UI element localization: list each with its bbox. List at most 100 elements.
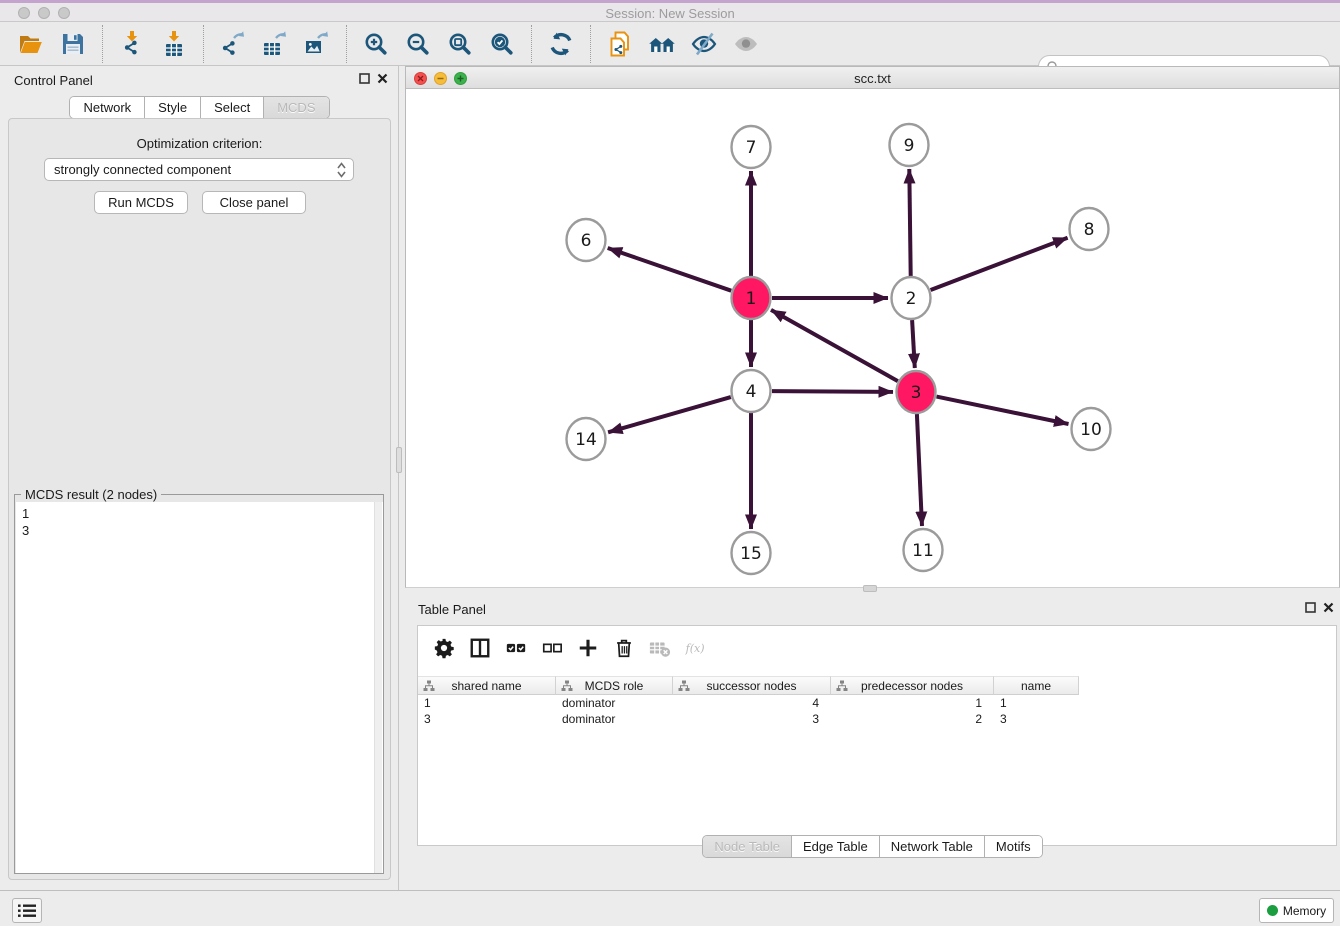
tab-style[interactable]: Style [144,97,200,118]
column-header-shared-name[interactable]: shared name [418,676,556,695]
optimization-criterion-label: Optimization criterion: [0,136,399,151]
criterion-dropdown[interactable]: strongly connected component [44,158,354,181]
graph-node-10[interactable]: 10 [1072,408,1111,450]
graph-node-4[interactable]: 4 [732,370,771,412]
criterion-value: strongly connected component [54,162,231,177]
graph-edge-2-3[interactable] [912,320,915,368]
graph-edge-3-11[interactable] [917,414,922,526]
save-session-icon[interactable] [55,26,91,62]
graph-node-6[interactable]: 6 [567,219,606,261]
table-cell[interactable]: 3 [994,711,1079,727]
graph-edge-2-9[interactable] [909,169,910,276]
graph-node-label: 14 [575,430,597,450]
graph-node-1[interactable]: 1 [732,277,771,319]
table-tabs: Node TableEdge TableNetwork TableMotifs [405,835,1340,858]
column-header-predecessor-nodes[interactable]: predecessor nodes [831,676,994,695]
add-row-icon[interactable] [572,632,604,664]
column-label: MCDS role [585,679,644,693]
graph-edge-2-8[interactable] [931,238,1068,290]
close-icon[interactable] [377,73,388,84]
table-cell[interactable]: 2 [831,711,994,727]
graph-node-label: 4 [746,382,757,402]
graph-node-2[interactable]: 2 [892,277,931,319]
graph-node-8[interactable]: 8 [1070,208,1109,250]
graph-node-9[interactable]: 9 [890,124,929,166]
table-cell[interactable]: 4 [673,695,831,711]
close-panel-button[interactable]: Close panel [202,191,306,214]
split-column-icon[interactable] [464,632,496,664]
tab-select[interactable]: Select [200,97,263,118]
float-icon[interactable] [1305,602,1316,613]
graph-node-11[interactable]: 11 [904,529,943,571]
close-icon[interactable] [1323,602,1334,613]
graph-node-label: 3 [911,383,922,403]
tab-motifs[interactable]: Motifs [984,836,1042,857]
zoom-selected-icon[interactable] [484,26,520,62]
graph-edge-1-6[interactable] [608,248,732,291]
tab-mcds[interactable]: MCDS [263,97,328,118]
memory-status-icon [1267,905,1278,916]
table-cell[interactable]: 1 [994,695,1079,711]
graph-edge-3-1[interactable] [771,310,898,381]
toolbar-separator [531,25,532,63]
zoom-fit-icon[interactable] [442,26,478,62]
show-all-icon [728,26,764,62]
delete-row-icon[interactable] [608,632,640,664]
mcds-result-area[interactable]: 1 3 [16,502,383,873]
table-body: 1dominator4113dominator323 [418,695,1079,727]
refresh-icon[interactable] [543,26,579,62]
table-cell[interactable]: 3 [418,711,556,727]
export-network-icon[interactable] [215,26,251,62]
tab-node-table[interactable]: Node Table [703,836,791,857]
float-icon[interactable] [359,73,370,84]
graph-node-15[interactable]: 15 [732,532,771,574]
table-cell[interactable]: 1 [418,695,556,711]
graph-edge-3-10[interactable] [937,397,1069,424]
network-titlebar: scc.txt [406,67,1339,89]
export-table-icon[interactable] [257,26,293,62]
toolbar-separator [102,25,103,63]
import-network-icon[interactable] [114,26,150,62]
column-header-successor-nodes[interactable]: successor nodes [673,676,831,695]
zoom-out-icon[interactable] [400,26,436,62]
column-header-MCDS-role[interactable]: MCDS role [556,676,673,695]
column-header-name[interactable]: name [994,676,1079,695]
tab-network-table[interactable]: Network Table [879,836,984,857]
table-row[interactable]: 3dominator323 [418,711,1079,727]
table-cell[interactable]: 1 [831,695,994,711]
table-cell[interactable]: dominator [556,711,673,727]
tab-network[interactable]: Network [70,97,144,118]
network-canvas[interactable]: 7 9 6 8 1 2 4 3 14 10 15 11 [406,89,1339,587]
dropdown-stepper-icon [337,162,346,178]
run-mcds-button[interactable]: Run MCDS [94,191,188,214]
open-file-icon[interactable] [13,26,49,62]
table-row[interactable]: 1dominator411 [418,695,1079,711]
import-table-icon[interactable] [156,26,192,62]
table-cell[interactable]: 3 [673,711,831,727]
table-cell[interactable]: dominator [556,695,673,711]
vertical-splitter-handle[interactable] [396,447,402,473]
control-panel-title: Control Panel [14,73,93,88]
first-neighbors-icon[interactable] [644,26,680,62]
top-accent-strip [0,0,1340,3]
gear-icon[interactable] [428,632,460,664]
graph-node-label: 6 [581,231,592,251]
result-scrollbar[interactable] [374,502,382,873]
clone-network-icon[interactable] [602,26,638,62]
export-image-icon[interactable] [299,26,335,62]
tab-edge-table[interactable]: Edge Table [791,836,879,857]
graph-edge-4-14[interactable] [608,397,731,432]
graph-node-3[interactable]: 3 [897,371,936,413]
deselect-all-icon[interactable] [536,632,568,664]
column-label: shared name [451,679,521,693]
control-panel-tabs: NetworkStyleSelectMCDS [0,96,399,119]
horizontal-splitter-handle[interactable] [863,585,877,592]
select-all-icon[interactable] [500,632,532,664]
graph-edge-4-3[interactable] [772,391,893,392]
hide-selected-icon[interactable] [686,26,722,62]
zoom-in-icon[interactable] [358,26,394,62]
graph-node-7[interactable]: 7 [732,126,771,168]
task-history-button[interactable] [12,898,42,923]
memory-button[interactable]: Memory [1259,898,1334,923]
graph-node-14[interactable]: 14 [567,418,606,460]
